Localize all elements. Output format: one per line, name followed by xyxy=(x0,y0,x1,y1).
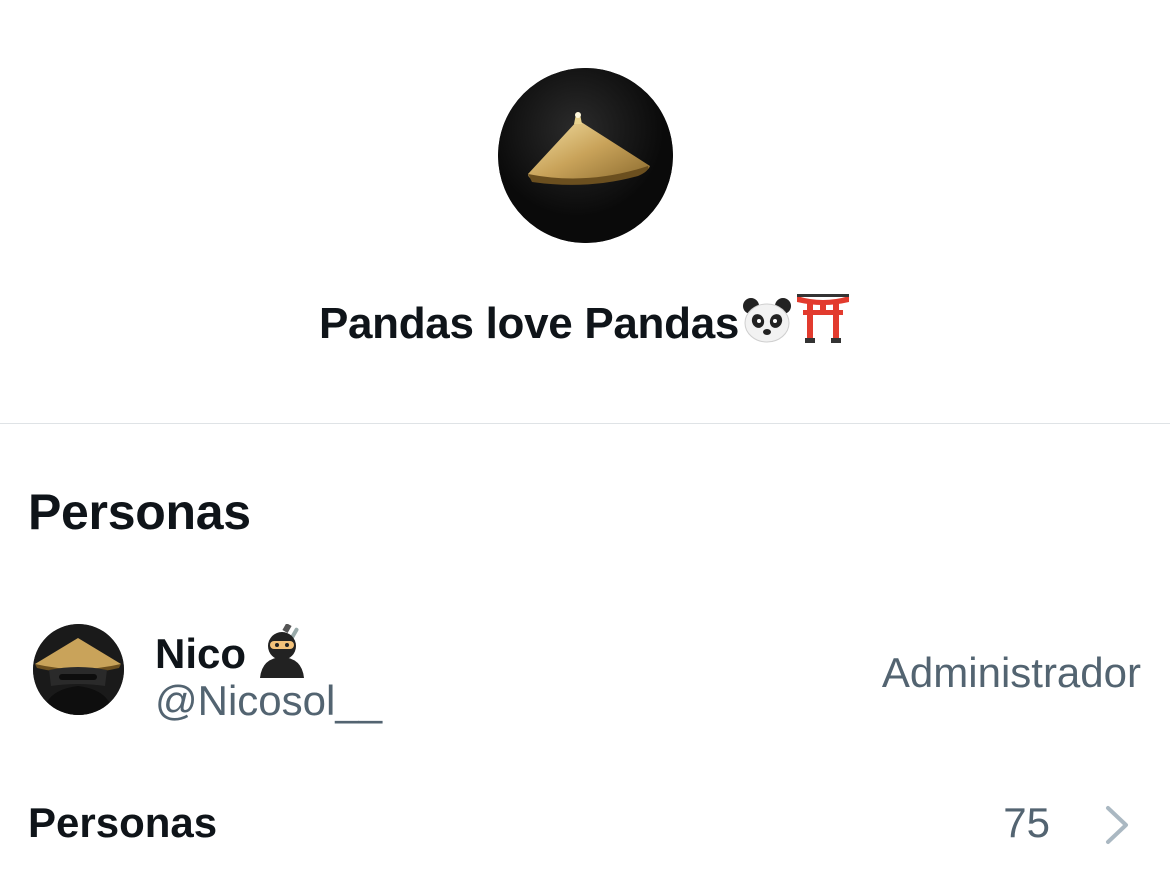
member-name-text: Nico xyxy=(155,630,247,677)
member-role: Administrador xyxy=(881,649,1141,696)
bamboo-hat-icon xyxy=(498,68,673,243)
chevron-right-icon[interactable] xyxy=(1102,804,1132,846)
group-name-text: Pandas love Pandas xyxy=(318,299,740,348)
people-list-link[interactable]: Personas 75 xyxy=(0,790,1170,860)
member-handle[interactable]: @Nicosol__ xyxy=(155,676,382,726)
ninja-avatar-icon xyxy=(33,624,124,715)
section-divider xyxy=(0,423,1170,424)
group-avatar[interactable] xyxy=(498,68,673,243)
group-name: Pandas love Pandas xyxy=(0,290,1170,358)
avatar[interactable] xyxy=(33,624,124,715)
member-row[interactable]: Nico @Nicosol__ Administrador xyxy=(0,612,1170,727)
people-count: 75 xyxy=(1003,799,1050,846)
panda-face-emoji xyxy=(741,296,793,358)
people-section-title: Personas xyxy=(28,484,251,540)
people-row-label: Personas xyxy=(28,799,218,846)
group-header: Pandas love Pandas xyxy=(0,0,1170,423)
torii-gate-emoji xyxy=(795,290,851,358)
